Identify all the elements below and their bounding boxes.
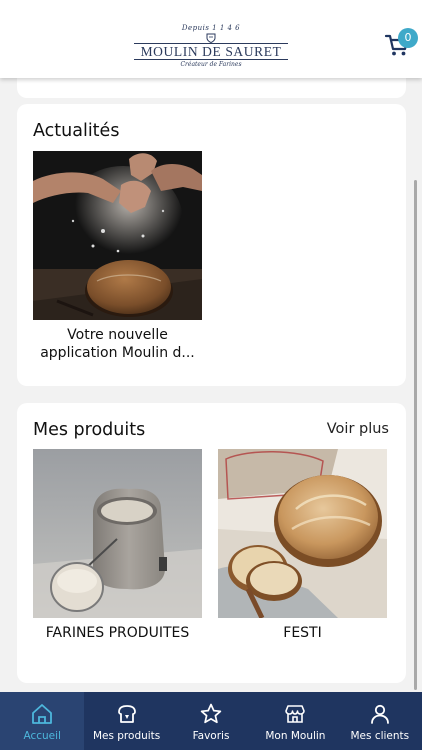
news-item-label: Votre nouvelle application Moulin d... bbox=[40, 327, 195, 361]
bread-icon bbox=[117, 705, 136, 723]
home-icon bbox=[32, 704, 53, 724]
app-header: Depuis 1 1 4 6 MOULIN DE SAURET Créateur… bbox=[0, 0, 422, 78]
logo-tagline: Créateur de Farines bbox=[180, 61, 242, 68]
products-section-title: Mes produits bbox=[33, 420, 146, 440]
product-label: FARINES PRODUITES bbox=[45, 625, 190, 641]
tab-mes-clients[interactable]: Mes clients bbox=[338, 692, 422, 750]
scrollbar[interactable] bbox=[414, 180, 417, 690]
tab-label: Mes clients bbox=[350, 730, 410, 742]
product-tile[interactable]: FESTI bbox=[218, 449, 387, 642]
logo-crest-icon bbox=[130, 33, 292, 44]
news-item-image bbox=[33, 151, 202, 320]
news-section: Actualités Votre nouvelle application Mo… bbox=[17, 104, 406, 386]
see-more-link[interactable]: Voir plus bbox=[327, 421, 389, 437]
tab-favoris[interactable]: Favoris bbox=[169, 692, 253, 750]
star-icon bbox=[200, 703, 222, 724]
product-label: FESTI bbox=[283, 625, 322, 641]
news-item[interactable]: Votre nouvelle application Moulin d... bbox=[33, 151, 202, 362]
product-image-flour bbox=[33, 449, 202, 618]
tab-mon-moulin[interactable]: Mon Moulin bbox=[253, 692, 337, 750]
products-section: Mes produits Voir plus FARINES PRODUITES… bbox=[17, 403, 406, 683]
product-tile[interactable]: FARINES PRODUITES bbox=[33, 449, 202, 642]
logo-name: MOULIN DE SAURET bbox=[134, 43, 288, 60]
tab-mes-produits[interactable]: Mes produits bbox=[84, 692, 168, 750]
news-section-title: Actualités bbox=[33, 121, 120, 141]
logo-since: Depuis 1 1 4 6 bbox=[181, 24, 241, 32]
tab-label: Accueil bbox=[23, 730, 61, 742]
tab-label: Mon Moulin bbox=[265, 730, 326, 742]
tab-accueil[interactable]: Accueil bbox=[0, 692, 85, 750]
cart-count-badge: 0 bbox=[398, 28, 418, 48]
store-icon bbox=[285, 705, 306, 723]
bottom-tab-bar: Accueil Mes produits Favoris Mon Moulin … bbox=[0, 692, 422, 750]
person-icon bbox=[370, 704, 389, 724]
moulin-de-sauret-logo[interactable]: Depuis 1 1 4 6 MOULIN DE SAURET Créateur… bbox=[130, 24, 292, 70]
product-image-bread bbox=[218, 449, 387, 618]
tab-label: Mes produits bbox=[92, 730, 161, 742]
tab-label: Favoris bbox=[192, 730, 230, 742]
